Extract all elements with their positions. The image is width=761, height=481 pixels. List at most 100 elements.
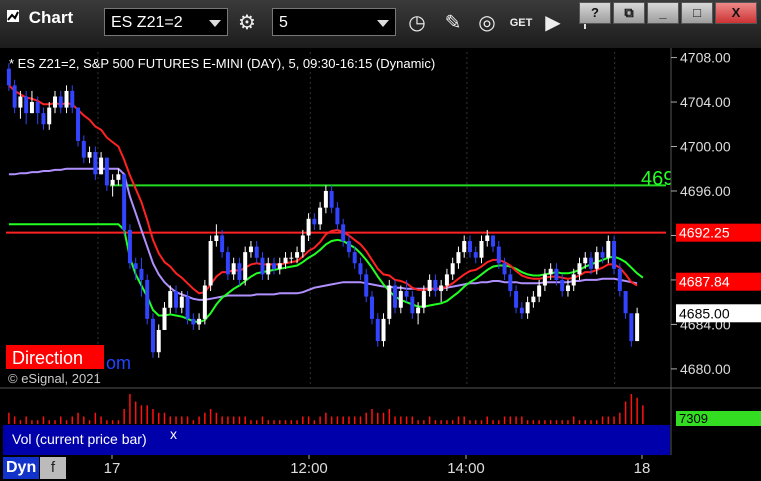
price-flag-label: 4685.00 [679,305,730,321]
maximize-button[interactable]: □ [681,2,713,24]
price-bar-body [548,268,553,275]
price-bar-body [387,285,392,319]
symbol-combo[interactable]: ES Z21=2 [104,8,228,36]
price-bar-body [58,96,63,108]
price-bar-body [35,102,40,114]
clock-icon[interactable]: ◷ [404,10,430,36]
price-bar-body [485,235,490,242]
price-flag-label: 4692.25 [679,225,730,241]
price-bar-body [289,257,294,259]
price-bar-body [47,107,52,125]
price-bar-body [150,318,155,353]
price-bar-body [606,241,611,258]
price-bar-body [329,190,334,208]
price-bar-body [629,313,634,342]
price-bar-body [537,285,542,297]
price-bar-body [375,318,380,342]
price-bar-body [364,274,369,297]
price-bar-body [519,307,524,314]
time-tick-label: 17 [104,460,121,477]
price-bar-body [508,274,513,292]
direction-suffix: om [106,353,131,373]
price-tick-label: 4708.00 [680,50,731,66]
minimize-button[interactable]: _ [647,2,679,24]
price-bar-body [6,68,11,86]
restore-window-button[interactable]: ⧉ [613,2,645,24]
price-bar-body [133,263,138,269]
price-bar-body [93,152,98,175]
price-bar-body [421,291,426,308]
price-bar-body [306,218,311,236]
price-tick-label: 4680.00 [680,361,731,377]
price-bar-body [225,252,230,275]
interval-combo[interactable]: 5 [272,8,396,36]
price-bar-body [433,279,438,292]
price-bar-body [41,113,46,125]
price-bar-body [427,279,432,292]
app-title: Chart [6,8,73,28]
price-bar-body [300,235,305,253]
window-buttons: ? ⧉ _ □ X [579,2,757,24]
price-bar-body [496,246,501,264]
price-bar-body [248,246,253,253]
play-icon[interactable]: ▶ [540,10,566,36]
price-bar-body [231,263,236,275]
price-bar-body [81,140,86,158]
price-bar-body [29,102,34,114]
price-bar-body [12,85,17,108]
price-bar-body [450,263,455,275]
price-tick-label: 4696.00 [680,183,731,199]
price-bar-body [635,313,640,342]
interval-mode-label[interactable]: Dyn [3,457,40,479]
price-bar-body [139,268,144,280]
price-bar-body [444,274,449,286]
formula-button[interactable]: f [40,457,66,479]
price-bar-body [514,291,519,308]
price-bar-body [254,246,259,258]
price-bar-body [456,252,461,264]
price-chart[interactable]: * ES Z21=2, S&P 500 FUTURES E-MINI (DAY)… [0,48,761,481]
chevron-down-icon [377,20,389,27]
gear-icon[interactable]: ⚙ [234,10,260,36]
price-bar-body [318,207,323,225]
price-bar-body [393,285,398,308]
price-bar-body [346,241,351,253]
price-bar-body [612,241,617,269]
close-icon[interactable]: x [170,426,177,442]
price-bar-body [243,252,248,280]
price-bar-body [352,252,357,264]
price-bar-body [272,263,277,269]
price-bar-body [560,279,565,292]
price-bar-body [191,318,196,325]
price-bar-body [266,263,271,275]
price-bar-body [502,263,507,275]
study-icon[interactable]: ◎ [474,10,500,36]
price-bar-body [122,174,127,230]
price-bar-body [197,318,202,325]
price-bar-body [116,174,121,180]
price-bar-body [577,263,582,275]
toolbar: Chart ES Z21=2 ⚙ 5 ◷ ✎ ◎ GET ▶ T ? ⧉ _ □… [0,0,761,49]
price-bar-body [479,241,484,258]
price-bar-body [283,257,288,264]
price-bar-body [174,291,179,308]
price-bar-body [473,252,478,258]
price-bar-body [145,279,150,319]
price-bar-body [554,268,559,280]
price-flag-label: 4687.84 [679,274,730,290]
get-data-button[interactable]: GET [506,10,536,36]
price-bar-body [617,268,622,292]
chart-app-icon [7,10,19,22]
price-bar-body [64,90,69,108]
price-bar-body [583,257,588,264]
price-bar-body [237,263,242,280]
price-bar-body [18,96,23,108]
price-bar-body [156,329,161,353]
price-bar-body [220,235,225,253]
help-button[interactable]: ? [579,2,611,24]
price-flags: 4692.25 4687.84 4685.00 [676,223,761,323]
level-partial-label: 469 [641,168,674,190]
price-bar-body [99,157,104,175]
close-button[interactable]: X [715,2,757,24]
pencil-icon[interactable]: ✎ [440,10,466,36]
